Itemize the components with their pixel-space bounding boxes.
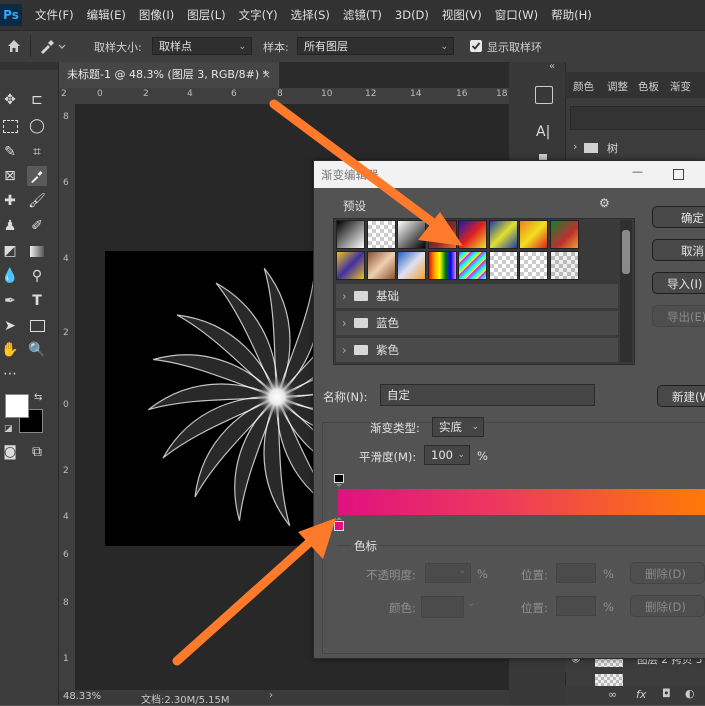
arrow-to-color-stop-icon bbox=[172, 518, 336, 666]
foreground-color-swatch[interactable] bbox=[5, 394, 29, 418]
arrow-to-presets-icon bbox=[269, 99, 463, 246]
annotation-arrows bbox=[172, 99, 463, 666]
